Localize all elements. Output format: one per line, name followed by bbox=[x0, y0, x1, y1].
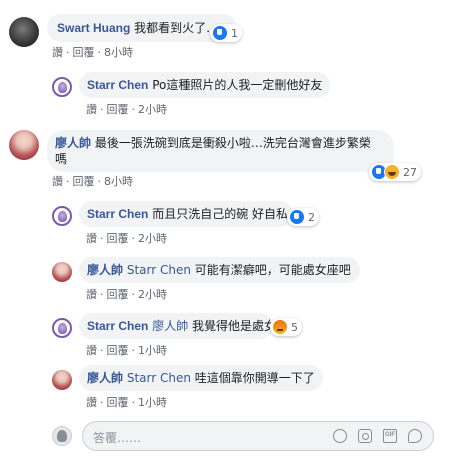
mention-tag[interactable]: Starr Chen bbox=[127, 263, 191, 277]
reaction-summary[interactable]: 27 bbox=[369, 163, 421, 181]
reaction-count: 27 bbox=[403, 165, 417, 179]
comment-author[interactable]: Starr Chen bbox=[87, 319, 148, 333]
like-icon bbox=[212, 25, 228, 41]
reply-input[interactable]: 答覆…… GIF bbox=[82, 421, 434, 451]
sticker-icon[interactable] bbox=[408, 429, 422, 443]
avatar-liao-ren-shuai[interactable] bbox=[52, 262, 72, 282]
reaction-summary[interactable]: 2 bbox=[287, 208, 319, 226]
angry-icon bbox=[272, 319, 288, 335]
avatar-current-user bbox=[52, 426, 72, 446]
comment-bubble: Starr Chen 而且只洗自己的碗 好自私 bbox=[79, 201, 293, 227]
comment-text: 哇這個靠你開導一下了 bbox=[194, 371, 315, 385]
timestamp[interactable]: 1小時 bbox=[138, 344, 167, 357]
mention-tag[interactable]: Starr Chen bbox=[127, 371, 191, 385]
reaction-summary[interactable]: 1 bbox=[210, 24, 242, 42]
comment-bubble: 廖人帥 Starr Chen 可能有潔癖吧，可能處女座吧 bbox=[79, 257, 360, 283]
comment-actions: 讚 · 回覆 · 2小時 bbox=[86, 103, 167, 116]
comment-author[interactable]: Starr Chen bbox=[87, 78, 148, 92]
reaction-summary[interactable]: 5 bbox=[270, 318, 302, 336]
timestamp[interactable]: 2小時 bbox=[138, 288, 167, 301]
comment-author[interactable]: Swart Huang bbox=[57, 21, 130, 35]
avatar-starr-chen[interactable] bbox=[52, 77, 72, 97]
comment-author[interactable]: 廖人帥 bbox=[55, 136, 91, 150]
comment-author[interactable]: 廖人帥 bbox=[87, 371, 123, 385]
comment-actions: 讚 · 回覆 · 2小時 bbox=[86, 232, 167, 245]
comment-bubble: Swart Huang 我都看到火了… bbox=[47, 14, 237, 42]
comment-text-line1: 最後一張洗碗到底是衝殺小啦…洗完台灣會進步繁榮 bbox=[94, 136, 371, 150]
timestamp[interactable]: 2小時 bbox=[138, 232, 167, 245]
comment-bubble: Starr Chen 廖人帥 我覺得他是處女 bbox=[79, 313, 277, 339]
avatar-liao-ren-shuai[interactable] bbox=[9, 130, 39, 160]
like-button[interactable]: 讚 bbox=[52, 46, 63, 59]
mention-tag[interactable]: 廖人帥 bbox=[152, 319, 188, 333]
like-button[interactable]: 讚 bbox=[86, 103, 97, 116]
comment-text: 而且只洗自己的碗 好自私 bbox=[152, 207, 289, 221]
reaction-count: 1 bbox=[231, 26, 238, 40]
comment-text: Po這種照片的人我一定刪他好友 bbox=[152, 78, 323, 92]
emoji-icon[interactable] bbox=[333, 429, 347, 443]
comment-bubble: Starr Chen Po這種照片的人我一定刪他好友 bbox=[79, 72, 330, 98]
comment-text-line2: 嗎 bbox=[55, 152, 68, 166]
reaction-count: 5 bbox=[291, 320, 298, 334]
like-button[interactable]: 讚 bbox=[86, 396, 97, 409]
timestamp[interactable]: 1小時 bbox=[138, 396, 167, 409]
avatar-starr-chen[interactable] bbox=[52, 206, 72, 226]
reply-button[interactable]: 回覆 bbox=[107, 288, 129, 301]
avatar-liao-ren-shuai[interactable] bbox=[52, 370, 72, 390]
reply-button[interactable]: 回覆 bbox=[73, 46, 95, 59]
reply-button[interactable]: 回覆 bbox=[107, 344, 129, 357]
camera-icon[interactable] bbox=[358, 429, 372, 443]
reply-button[interactable]: 回覆 bbox=[73, 175, 95, 188]
like-button[interactable]: 讚 bbox=[86, 232, 97, 245]
timestamp[interactable]: 2小時 bbox=[138, 103, 167, 116]
comment-actions: 讚 · 回覆 · 1小時 bbox=[86, 396, 167, 409]
avatar-starr-chen[interactable] bbox=[52, 318, 72, 338]
like-button[interactable]: 讚 bbox=[86, 344, 97, 357]
reply-placeholder: 答覆…… bbox=[93, 431, 142, 445]
haha-icon bbox=[384, 164, 400, 180]
avatar-swart-huang[interactable] bbox=[9, 17, 39, 47]
reply-button[interactable]: 回覆 bbox=[107, 396, 129, 409]
comment-author[interactable]: 廖人帥 bbox=[87, 263, 123, 277]
comment-actions: 讚 · 回覆 · 8小時 bbox=[52, 175, 133, 188]
comment-text: 我覺得他是處女 bbox=[192, 319, 277, 333]
reaction-count: 2 bbox=[308, 210, 315, 224]
comment-text: 我都看到火了… bbox=[134, 21, 219, 35]
like-button[interactable]: 讚 bbox=[86, 288, 97, 301]
timestamp[interactable]: 8小時 bbox=[104, 175, 133, 188]
comment-actions: 讚 · 回覆 · 8小時 bbox=[52, 46, 133, 59]
like-icon bbox=[289, 209, 305, 225]
like-button[interactable]: 讚 bbox=[52, 175, 63, 188]
reply-button[interactable]: 回覆 bbox=[107, 103, 129, 116]
comment-actions: 讚 · 回覆 · 2小時 bbox=[86, 288, 167, 301]
comment-bubble: 廖人帥 Starr Chen 哇這個靠你開導一下了 bbox=[79, 365, 323, 391]
comment-bubble: 廖人帥 最後一張洗碗到底是衝殺小啦…洗完台灣會進步繁榮 嗎 bbox=[47, 130, 394, 172]
reply-button[interactable]: 回覆 bbox=[107, 232, 129, 245]
comment-text: 可能有潔癖吧，可能處女座吧 bbox=[194, 263, 351, 277]
timestamp[interactable]: 8小時 bbox=[104, 46, 133, 59]
comment-actions: 讚 · 回覆 · 1小時 bbox=[86, 344, 167, 357]
gif-icon[interactable]: GIF bbox=[383, 429, 397, 443]
comment-author[interactable]: Starr Chen bbox=[87, 207, 148, 221]
